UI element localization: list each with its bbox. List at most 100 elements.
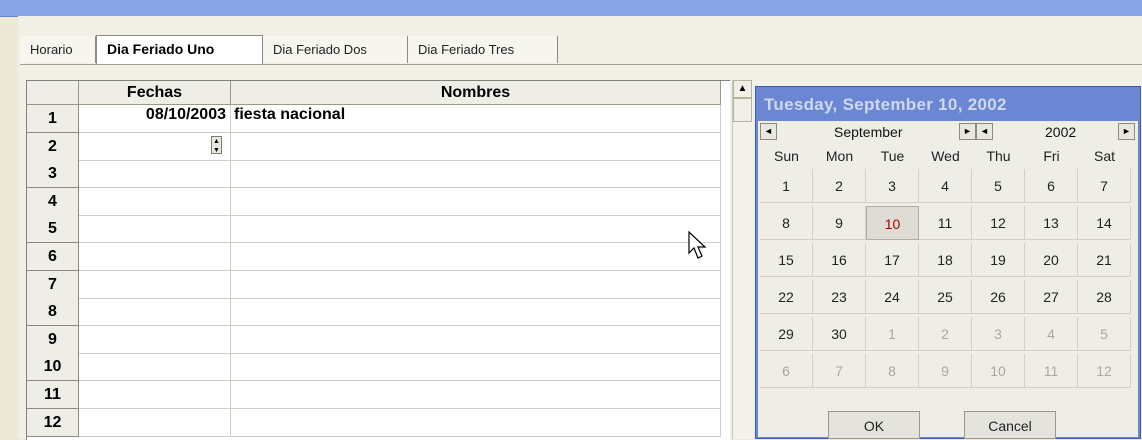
tab-dia-feriado-tres[interactable]: Dia Feriado Tres [408, 36, 558, 63]
row-header[interactable]: 1 [27, 105, 79, 133]
prev-year-icon[interactable]: ◄ [976, 123, 993, 140]
scroll-thumb[interactable] [733, 98, 752, 122]
calendar-day[interactable]: 28 [1078, 280, 1131, 314]
cell-fecha[interactable]: 08/10/2003 [79, 105, 231, 133]
cell-nombre[interactable] [231, 353, 721, 382]
row-header[interactable]: 6 [27, 243, 79, 271]
calendar-day[interactable]: 1 [866, 317, 919, 351]
mouse-pointer-icon [688, 231, 707, 259]
cell-fecha[interactable] [79, 270, 231, 299]
cell-nombre[interactable] [231, 298, 721, 327]
weekday-header: Tue [880, 148, 905, 164]
row-header[interactable]: 10 [27, 353, 79, 382]
calendar-day[interactable]: 27 [1025, 280, 1078, 314]
row-header[interactable]: 4 [27, 187, 79, 216]
calendar-day[interactable]: 18 [919, 243, 972, 277]
scroll-up-icon[interactable]: ▲ [733, 80, 752, 98]
cell-nombre[interactable]: fiesta nacional [231, 105, 721, 133]
calendar-day[interactable]: 9 [919, 354, 972, 388]
calendar-day[interactable]: 22 [760, 280, 813, 314]
prev-month-icon[interactable]: ◄ [760, 123, 777, 140]
tab-dia-feriado-uno[interactable]: Dia Feriado Uno [96, 35, 263, 64]
calendar-day[interactable]: 12 [1078, 354, 1131, 388]
calendar-day[interactable]: 25 [919, 280, 972, 314]
cell-nombre[interactable] [231, 243, 721, 271]
cell-fecha[interactable] [79, 160, 231, 189]
cell-fecha[interactable] [79, 187, 231, 216]
calendar-day[interactable]: 16 [813, 243, 866, 277]
calendar-day[interactable]: 3 [866, 169, 919, 203]
calendar-day[interactable]: 29 [760, 317, 813, 351]
calendar-day[interactable]: 8 [760, 206, 813, 240]
calendar-day[interactable]: 24 [866, 280, 919, 314]
cell-nombre[interactable] [231, 187, 721, 216]
row-header[interactable]: 3 [27, 160, 79, 189]
grid-vertical-scrollbar[interactable]: ▲ [732, 80, 753, 439]
calendar-day[interactable]: 17 [866, 243, 919, 277]
calendar-day[interactable]: 6 [1025, 169, 1078, 203]
row-header[interactable]: 12 [27, 408, 79, 437]
calendar-day[interactable]: 12 [972, 206, 1025, 240]
row-header[interactable]: 2 [27, 132, 79, 161]
cell-fecha[interactable] [79, 353, 231, 382]
tab-dia-feriado-dos[interactable]: Dia Feriado Dos [263, 36, 408, 63]
calendar-day[interactable]: 2 [919, 317, 972, 351]
calendar-day[interactable]: 8 [866, 354, 919, 388]
calendar-body: ◄ September ► ◄ 2002 ► OK Cancel Sun Mon T… [758, 121, 1138, 439]
cancel-button[interactable]: Cancel [964, 411, 1056, 439]
cell-nombre[interactable] [231, 381, 721, 409]
row-header[interactable]: 11 [27, 381, 79, 409]
calendar-day[interactable]: 23 [813, 280, 866, 314]
calendar-day[interactable]: 26 [972, 280, 1025, 314]
row-header[interactable]: 5 [27, 215, 79, 244]
cell-fecha[interactable] [79, 381, 231, 409]
calendar-day[interactable]: 14 [1078, 206, 1131, 240]
cell-nombre[interactable] [231, 270, 721, 299]
tab-horario[interactable]: Horario [20, 36, 96, 63]
column-header-nombres[interactable]: Nombres [231, 81, 721, 105]
calendar-day[interactable]: 11 [919, 206, 972, 240]
cell-fecha[interactable] [79, 408, 231, 437]
cell-fecha[interactable] [79, 243, 231, 271]
ok-button[interactable]: OK [828, 411, 920, 439]
cell-nombre[interactable] [231, 325, 721, 354]
next-month-icon[interactable]: ► [959, 123, 976, 140]
calendar-day[interactable]: 10 [972, 354, 1025, 388]
calendar-day[interactable]: 13 [1025, 206, 1078, 240]
calendar-day[interactable]: 5 [972, 169, 1025, 203]
calendar-day[interactable]: 3 [972, 317, 1025, 351]
row-header[interactable]: 9 [27, 325, 79, 354]
calendar-day[interactable]: 20 [1025, 243, 1078, 277]
row-header[interactable]: 7 [27, 270, 79, 299]
calendar-day[interactable]: 19 [972, 243, 1025, 277]
calendar-day[interactable]: 2 [813, 169, 866, 203]
calendar-day[interactable]: 1 [760, 169, 813, 203]
calendar-day[interactable]: 7 [813, 354, 866, 388]
date-picker-popup: Tuesday, September 10, 2002 ◄ September … [755, 86, 1141, 439]
row-header[interactable]: 8 [27, 298, 79, 327]
cell-nombre[interactable] [231, 160, 721, 189]
calendar-day[interactable]: 4 [1025, 317, 1078, 351]
date-spin-icon[interactable]: ▲▼ [211, 135, 222, 154]
next-year-icon[interactable]: ► [1118, 123, 1135, 140]
column-header-fechas[interactable]: Fechas [79, 81, 231, 105]
calendar-day[interactable]: 15 [760, 243, 813, 277]
calendar-day[interactable]: 9 [813, 206, 866, 240]
year-label[interactable]: 2002 [1045, 122, 1076, 142]
calendar-day[interactable]: 7 [1078, 169, 1131, 203]
calendar-day[interactable]: 4 [919, 169, 972, 203]
cell-nombre[interactable] [231, 215, 721, 244]
calendar-day[interactable]: 11 [1025, 354, 1078, 388]
cell-fecha[interactable] [79, 298, 231, 327]
cell-nombre[interactable] [231, 408, 721, 437]
calendar-day[interactable]: 21 [1078, 243, 1131, 277]
calendar-day[interactable]: 5 [1078, 317, 1131, 351]
cell-fecha[interactable] [79, 132, 231, 161]
calendar-day-selected[interactable]: 10 [866, 206, 919, 240]
cell-fecha[interactable] [79, 215, 231, 244]
month-label[interactable]: September [834, 122, 902, 142]
calendar-day[interactable]: 6 [760, 354, 813, 388]
cell-nombre[interactable] [231, 132, 721, 161]
cell-fecha[interactable] [79, 325, 231, 354]
calendar-day[interactable]: 30 [813, 317, 866, 351]
